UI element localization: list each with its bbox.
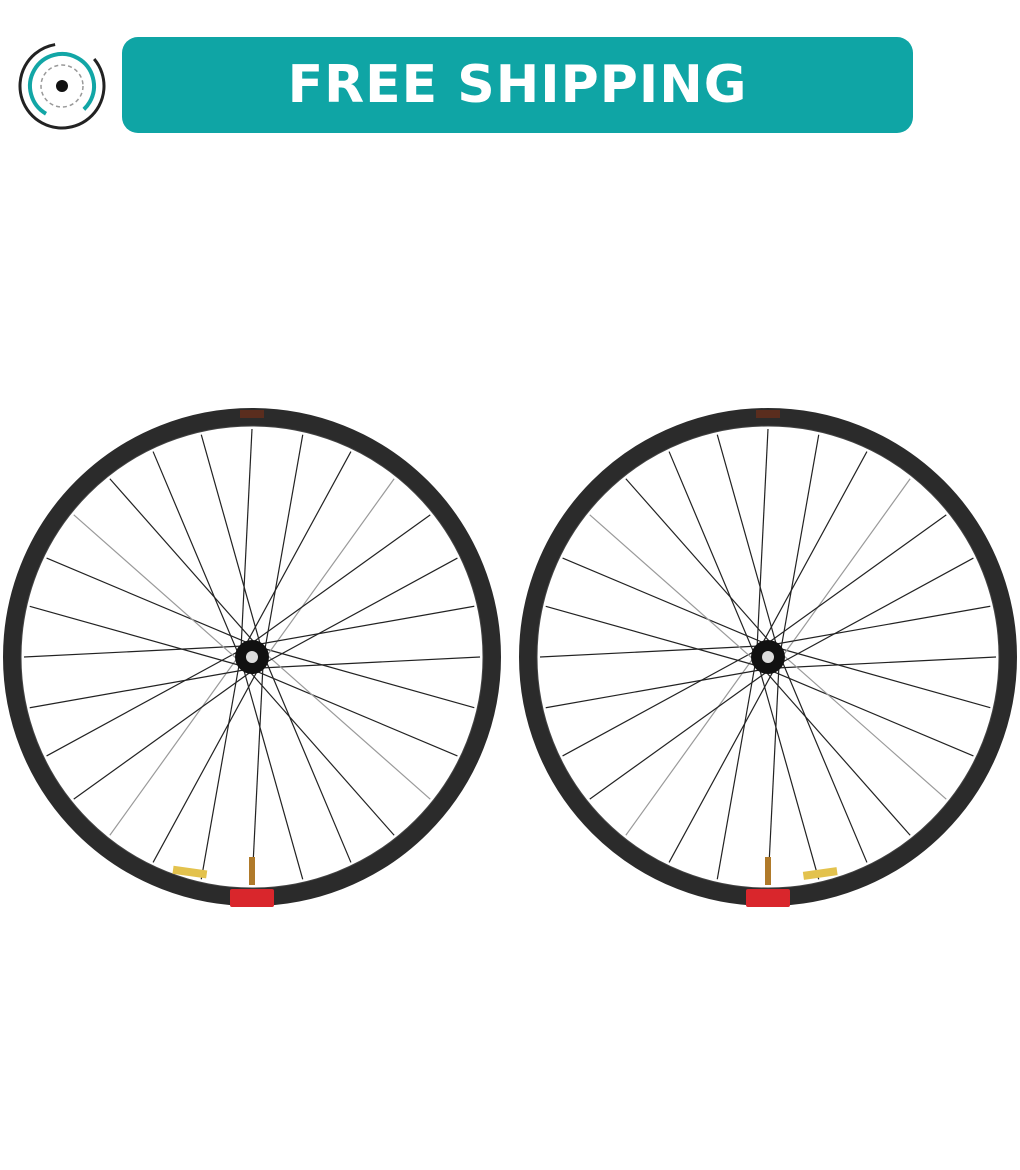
spoke bbox=[265, 478, 395, 658]
axle bbox=[246, 651, 258, 663]
spoke bbox=[773, 605, 991, 645]
spoke bbox=[562, 557, 766, 644]
brand-decal bbox=[746, 889, 790, 907]
rim-decal-top bbox=[240, 410, 264, 418]
spoke bbox=[109, 656, 239, 836]
spoke bbox=[240, 428, 253, 649]
spoke bbox=[761, 451, 868, 645]
wheel bbox=[519, 408, 1017, 907]
brand-decal bbox=[230, 889, 274, 907]
spoke bbox=[716, 662, 756, 880]
spoke bbox=[264, 557, 458, 664]
spoke bbox=[46, 557, 250, 644]
spoke bbox=[265, 653, 431, 800]
spoke bbox=[29, 605, 242, 667]
valve-stem bbox=[765, 857, 771, 885]
spoke bbox=[152, 451, 239, 655]
spoke bbox=[545, 605, 758, 667]
spoke bbox=[562, 650, 756, 757]
spoke bbox=[251, 514, 431, 644]
wheel bbox=[3, 408, 501, 907]
spoke bbox=[260, 656, 481, 669]
spoke bbox=[152, 669, 259, 863]
spoke bbox=[545, 669, 763, 709]
spoke bbox=[245, 451, 352, 645]
spoke bbox=[242, 667, 304, 880]
spoke bbox=[29, 669, 247, 709]
spoke bbox=[780, 557, 974, 664]
spoke bbox=[767, 514, 947, 644]
rim-sticker bbox=[802, 867, 838, 880]
spoke bbox=[257, 605, 475, 645]
spoke bbox=[200, 434, 262, 647]
spoke bbox=[625, 656, 755, 836]
rim-decal-top bbox=[756, 410, 780, 418]
spoke bbox=[248, 670, 395, 836]
spoke bbox=[781, 653, 947, 800]
spoke bbox=[767, 665, 780, 886]
spoke bbox=[254, 670, 458, 757]
spoke bbox=[539, 645, 760, 658]
spoke bbox=[776, 656, 997, 669]
spoke bbox=[668, 669, 775, 863]
spoke bbox=[264, 434, 304, 652]
spoke bbox=[758, 667, 820, 880]
spoke bbox=[46, 650, 240, 757]
free-shipping-banner: FREE SHIPPING bbox=[122, 37, 913, 133]
banner-text: FREE SHIPPING bbox=[287, 55, 748, 115]
spoke bbox=[589, 514, 755, 661]
spoke bbox=[23, 645, 244, 658]
valve-stem bbox=[249, 857, 255, 885]
spoke bbox=[780, 434, 820, 652]
spoke bbox=[668, 451, 755, 655]
spoke bbox=[716, 434, 778, 647]
spoke bbox=[625, 478, 772, 644]
spoke bbox=[73, 514, 239, 661]
spoke bbox=[265, 659, 352, 863]
axle bbox=[762, 651, 774, 663]
spoke bbox=[764, 670, 911, 836]
spoke bbox=[109, 478, 256, 644]
spoke bbox=[262, 647, 475, 709]
spoke bbox=[770, 670, 974, 757]
product-image-wheelset bbox=[3, 408, 1017, 907]
spoke bbox=[781, 659, 868, 863]
spoke bbox=[73, 670, 253, 800]
spoke bbox=[778, 647, 991, 709]
spoke bbox=[781, 478, 911, 658]
spoke bbox=[589, 670, 769, 800]
concentric-circle-logo-icon bbox=[18, 42, 106, 130]
spoke bbox=[756, 428, 769, 649]
brand-logo[interactable] bbox=[16, 40, 108, 132]
spoke bbox=[200, 662, 240, 880]
spoke bbox=[251, 665, 264, 886]
